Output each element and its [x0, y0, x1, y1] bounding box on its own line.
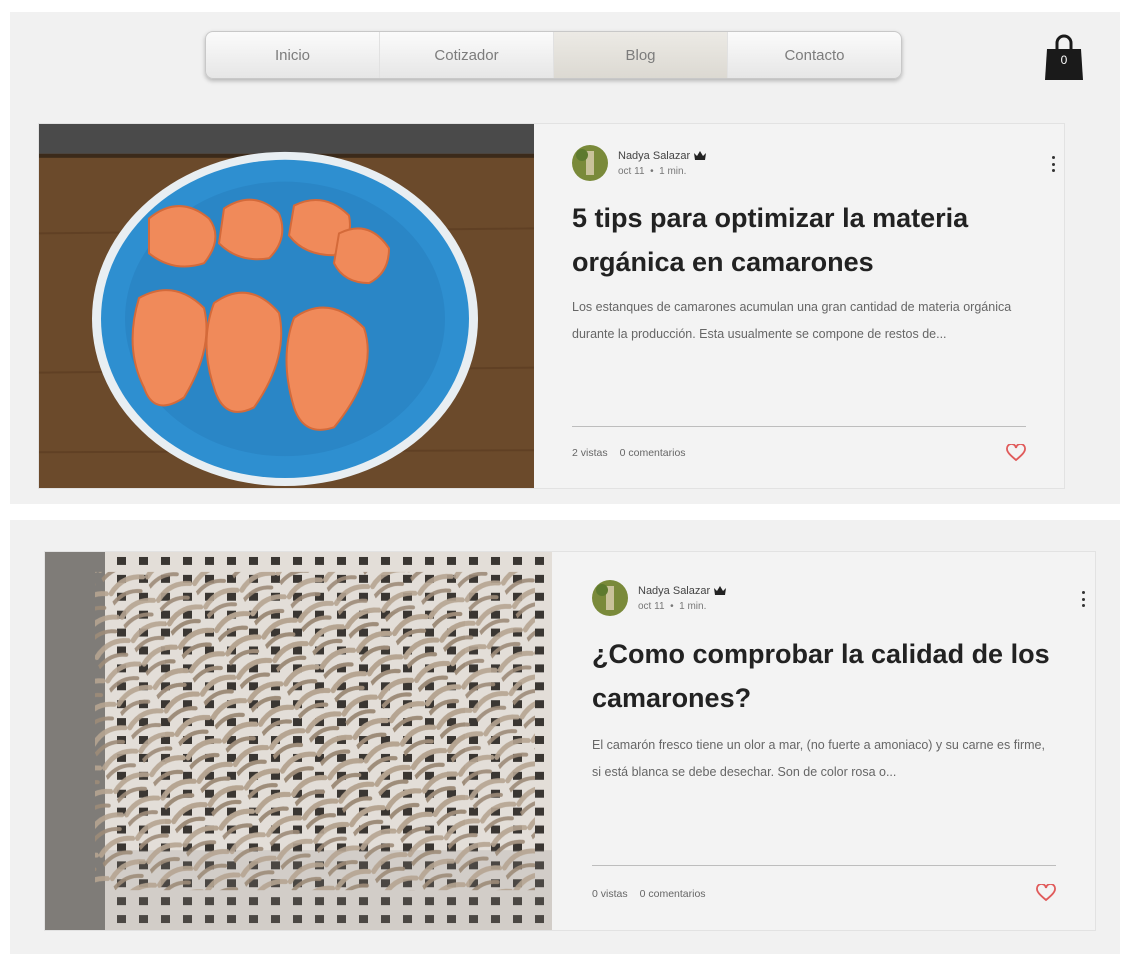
author-row: Nadya Salazar oct 11 • 1 min. [572, 145, 707, 181]
author-name-text: Nadya Salazar [638, 584, 711, 597]
post-content: Nadya Salazar oct 11 • 1 min. 5 tips par… [572, 124, 1055, 488]
post-meta: oct 11 • 1 min. [638, 601, 726, 612]
post-cover-image[interactable] [45, 552, 552, 930]
nav-item-contacto[interactable]: Contacto [728, 32, 901, 78]
views-count: 0 vistas [592, 888, 628, 900]
meta-separator: • [650, 165, 654, 177]
post-stats: 2 vistas 0 comentarios [572, 447, 686, 459]
post-excerpt: El camarón fresco tiene un olor a mar, (… [592, 738, 1045, 779]
read-time: 1 min. [659, 165, 687, 177]
post-title[interactable]: ¿Como comprobar la calidad de los camaro… [592, 632, 1062, 720]
avatar[interactable] [592, 580, 628, 616]
post-date: oct 11 [618, 165, 645, 177]
meta-separator: • [670, 600, 674, 612]
cart-count: 0 [1060, 53, 1068, 67]
comments-link[interactable]: 0 comentarios [640, 888, 706, 900]
divider [592, 865, 1056, 866]
crown-icon [694, 151, 707, 160]
nav-item-blog[interactable]: Blog [554, 32, 728, 78]
post-stats: 0 vistas 0 comentarios [592, 888, 706, 900]
heart-icon[interactable] [1006, 444, 1026, 462]
nav-item-inicio[interactable]: Inicio [206, 32, 380, 78]
post-date: oct 11 [638, 600, 665, 612]
nav-item-cotizador[interactable]: Cotizador [380, 32, 554, 78]
blog-post-card[interactable]: Nadya Salazar oct 11 • 1 min. 5 tips par… [38, 123, 1065, 489]
author-row: Nadya Salazar oct 11 • 1 min. [592, 580, 727, 616]
main-nav: Inicio Cotizador Blog Contacto [205, 31, 902, 79]
post-excerpt: Los estanques de camarones acumulan una … [572, 300, 1012, 341]
more-options-icon[interactable] [1048, 154, 1058, 174]
author-name[interactable]: Nadya Salazar [618, 149, 707, 162]
comments-link[interactable]: 0 comentarios [620, 447, 686, 459]
shrimp-plate-image [39, 124, 534, 488]
post-content: Nadya Salazar oct 11 • 1 min. ¿Como comp… [592, 552, 1085, 930]
author-meta: Nadya Salazar oct 11 • 1 min. [618, 149, 707, 177]
author-name-text: Nadya Salazar [618, 149, 691, 162]
more-options-icon[interactable] [1078, 589, 1088, 609]
author-meta: Nadya Salazar oct 11 • 1 min. [638, 584, 727, 612]
cart-button[interactable]: 0 [1045, 33, 1083, 81]
views-count: 2 vistas [572, 447, 608, 459]
avatar[interactable] [572, 145, 608, 181]
read-time: 1 min. [679, 600, 707, 612]
post-title[interactable]: 5 tips para optimizar la materia orgánic… [572, 196, 1042, 284]
post-meta: oct 11 • 1 min. [618, 166, 706, 177]
crown-icon [714, 586, 727, 595]
divider [572, 426, 1026, 427]
author-name[interactable]: Nadya Salazar [638, 584, 727, 597]
blog-post-card[interactable]: Nadya Salazar oct 11 • 1 min. ¿Como comp… [44, 551, 1096, 931]
heart-icon[interactable] [1036, 884, 1056, 902]
shrimp-crate-image [45, 552, 552, 930]
post-cover-image[interactable] [39, 124, 534, 488]
